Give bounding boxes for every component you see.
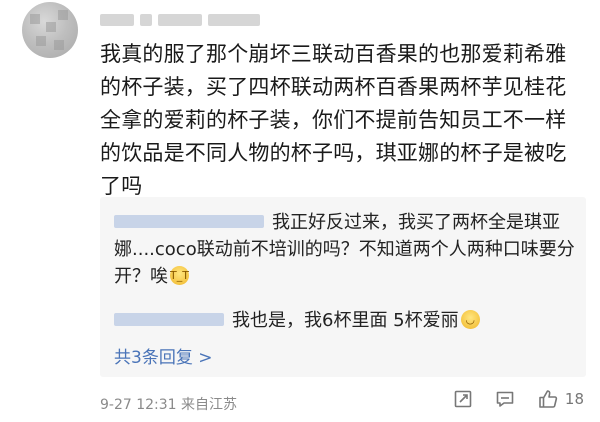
like-count: 18	[564, 390, 584, 408]
smiling-face-icon: ◡	[460, 309, 480, 329]
location: 来自江苏	[181, 397, 238, 413]
comment-icon	[496, 391, 514, 407]
reply-button[interactable]	[495, 389, 515, 409]
timestamp: 9-27 12:31	[100, 397, 177, 413]
thumbs-up-icon	[539, 390, 558, 408]
like-button[interactable]: 18	[537, 388, 584, 410]
avatar[interactable]	[22, 2, 78, 58]
reply-item[interactable]: 我正好反过来，我买了两杯全是琪亚娜....coco联动前不培训的吗？不知道两个人…	[114, 209, 576, 290]
replies-panel: 我正好反过来，我买了两杯全是琪亚娜....coco联动前不培训的吗？不知道两个人…	[100, 197, 586, 377]
reply-author-blurred[interactable]	[114, 312, 224, 326]
share-icon	[454, 390, 472, 408]
reply-item[interactable]: 我也是，我6杯里面 5杯爱丽 ◡	[114, 307, 576, 334]
share-button[interactable]	[453, 389, 473, 409]
comment-meta: 9-27 12:31 来自江苏	[100, 394, 237, 414]
reply-text: 我也是，我6杯里面 5杯爱丽	[232, 310, 459, 331]
view-all-replies-link[interactable]: 共3条回复 >	[114, 343, 212, 368]
reply-author-blurred[interactable]	[114, 214, 264, 228]
crying-face-icon: T_T	[170, 265, 189, 285]
comment-actions: 18	[453, 388, 584, 410]
username-blurred[interactable]	[100, 12, 268, 28]
comment-text: 我真的服了那个崩坏三联动百香果的也那爱莉希雅的杯子装，买了四杯联动两杯百香果两杯…	[100, 42, 567, 198]
